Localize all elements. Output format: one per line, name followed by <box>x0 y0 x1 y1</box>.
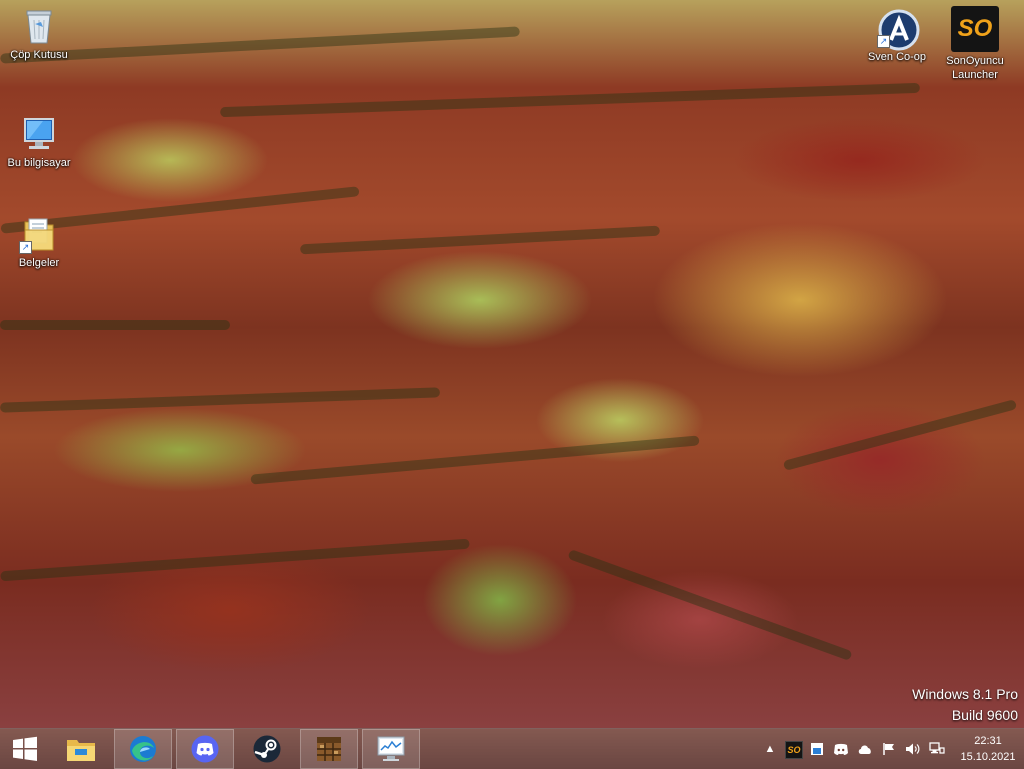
minecraft-icon <box>317 737 341 761</box>
desktop-icon-recycle-bin[interactable]: Çöp Kutusu <box>2 6 76 62</box>
desktop-wallpaper: Çöp Kutusu Bu bilgisayar ↗ Belgeler ↗ Sv… <box>0 0 1024 728</box>
desktop-icon-label: Sven Co-op <box>867 51 927 63</box>
taskbar-resource-monitor[interactable] <box>362 729 420 769</box>
computer-icon <box>19 114 59 154</box>
discord-icon <box>191 735 219 763</box>
desktop-icon-label: SonOyuncu Launcher <box>946 55 1004 81</box>
sven-coop-icon: ↗ <box>877 8 920 51</box>
wallpaper-terrace <box>220 82 920 118</box>
wallpaper-terrace <box>299 225 661 255</box>
clock-date: 15.10.2021 <box>960 751 1016 763</box>
wallpaper-terrace <box>0 538 470 582</box>
sonoyuncu-logo-text: SO <box>957 15 993 42</box>
tray-volume[interactable] <box>905 741 921 757</box>
sonoyuncu-icon: SO <box>951 6 999 52</box>
watermark-edition: Windows 8.1 Pro <box>912 686 1018 702</box>
volume-icon <box>906 743 920 755</box>
desktop-icon-label: Bu bilgisayar <box>7 157 71 169</box>
tray-cloud[interactable] <box>857 741 873 757</box>
desktop-icon-this-pc[interactable]: Bu bilgisayar <box>2 114 76 170</box>
watermark-build: Build 9600 <box>951 707 1018 723</box>
start-button[interactable] <box>0 729 50 769</box>
flag-icon <box>883 743 894 755</box>
discord-tray-icon <box>834 743 848 755</box>
taskbar-minecraft[interactable] <box>300 729 358 769</box>
clock-time: 22:31 <box>974 735 1002 747</box>
desktop-icon-sonoyuncu[interactable]: SO SonOyuncu Launcher <box>938 6 1012 82</box>
tray-flag[interactable] <box>881 741 897 757</box>
network-icon <box>929 742 945 754</box>
chevron-up-icon: ▲ <box>764 743 776 755</box>
app-tray-icon <box>811 743 823 755</box>
windows-watermark: Windows 8.1 Pro Build 9600 <box>912 684 1018 726</box>
taskbar-clock[interactable]: 22:31 15.10.2021 <box>958 733 1018 765</box>
windows-start-icon <box>13 736 37 761</box>
edge-icon <box>130 736 156 762</box>
documents-folder-icon: ↗ <box>19 214 59 254</box>
tray-discord[interactable] <box>833 741 849 757</box>
sonoyuncu-tray-icon: SO <box>787 745 801 755</box>
desktop-icon-documents[interactable]: ↗ Belgeler <box>2 214 76 270</box>
wallpaper-terrace <box>782 399 1018 471</box>
desktop-icon-label: Çöp Kutusu <box>10 49 68 61</box>
resource-monitor-icon <box>377 736 405 761</box>
taskbar-steam[interactable] <box>238 729 296 769</box>
wallpaper-terrace <box>567 548 853 662</box>
desktop-icon-sven-coop[interactable]: ↗ Sven Co-op <box>860 8 934 64</box>
file-explorer-icon <box>67 740 95 761</box>
recycle-bin-icon <box>19 6 59 46</box>
tray-overflow-button[interactable]: ▲ <box>762 741 778 757</box>
wallpaper-terrace <box>0 387 441 413</box>
taskbar-discord[interactable] <box>176 729 234 769</box>
tray-sonoyuncu[interactable]: SO <box>785 741 803 759</box>
wallpaper-terrace <box>0 320 230 330</box>
desktop-icon-label: Belgeler <box>18 257 60 269</box>
wallpaper-terrace <box>0 26 520 64</box>
shortcut-arrow-icon: ↗ <box>19 241 32 254</box>
taskbar-edge[interactable] <box>114 729 172 769</box>
tray-app[interactable] <box>809 741 825 757</box>
steam-icon <box>253 735 281 763</box>
taskbar-file-explorer[interactable] <box>52 729 110 769</box>
tray-network[interactable] <box>929 741 945 757</box>
cloud-tray-icon <box>858 745 871 754</box>
taskbar: ▲ SO 22:31 15.10.2021 <box>0 728 1024 769</box>
shortcut-arrow-icon: ↗ <box>877 35 890 48</box>
wallpaper-terrace <box>250 435 700 485</box>
